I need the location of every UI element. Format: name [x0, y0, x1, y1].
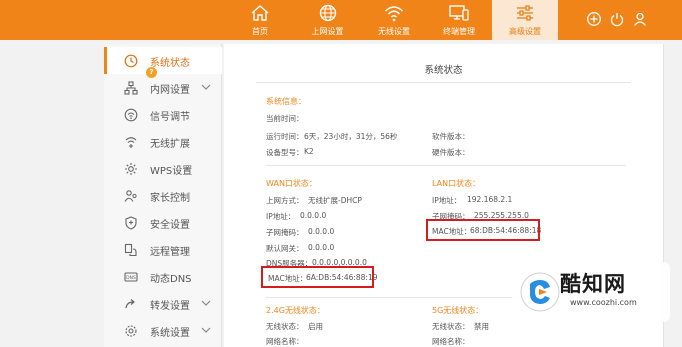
wifi5-status-value: 禁用 — [474, 322, 489, 331]
chevron-down-icon — [201, 300, 211, 306]
model-value: K2 — [304, 147, 314, 156]
parental-icon — [124, 190, 137, 202]
wifi24-status-heading: 2.4G无线状态： — [266, 306, 325, 315]
devices-icon — [449, 5, 469, 21]
lan-mac-highlight-box — [426, 219, 540, 241]
wps-gear-icon — [125, 163, 137, 175]
wan-status-heading: WAN口状态： — [266, 179, 317, 188]
current-time-label: 当前时间： — [266, 114, 304, 123]
nav-advanced-settings[interactable]: 高级设置 — [492, 0, 558, 40]
wifi5-status-label: 无线状态： — [432, 322, 470, 331]
chevron-down-icon — [201, 327, 211, 333]
nav-terminal-management[interactable]: 终端管理 — [430, 0, 488, 40]
remote-icon — [124, 243, 137, 257]
sidebar-item-remote-management[interactable]: 远程管理 — [104, 236, 222, 263]
wifi24-name-label: 网络名称： — [266, 337, 304, 346]
settings-icon — [125, 325, 137, 337]
top-nav-bar: 首页 上网设置 无线设置 终端管理 高级设置 — [0, 0, 682, 40]
uptime-label: 运行时间： — [266, 132, 304, 141]
network-icon — [124, 81, 138, 95]
forward-icon — [125, 299, 135, 309]
sidebar-item-lan-settings[interactable]: 内网设置 — [104, 74, 222, 101]
lan-ip-label: IP地址： — [432, 196, 462, 205]
sidebar-item-label: 家长控制 — [150, 193, 190, 204]
lan-ip-value: 192.168.2.1 — [467, 195, 513, 204]
software-version-label: 软件版本： — [432, 132, 470, 141]
wan-mac-highlight-box — [261, 266, 374, 288]
lan-status-heading: LAN口状态： — [432, 179, 481, 188]
hardware-version-label: 硬件版本： — [432, 148, 470, 157]
sidebar-item-label: 安全设置 — [150, 220, 190, 231]
wifi5-name-label: 网络名称： — [432, 337, 470, 346]
page-title: 系统状态 — [424, 65, 463, 76]
nav-home-label: 首页 — [252, 27, 268, 36]
model-label: 设备型号： — [266, 148, 304, 157]
sidebar-item-system-status[interactable]: 系统状态 — [104, 47, 222, 74]
shield-icon — [125, 216, 137, 230]
sliders-icon — [517, 5, 533, 21]
wan-gateway-label: 默认网关： — [266, 244, 304, 253]
wifi-icon — [384, 6, 404, 22]
wan-mask-label: 子网掩码： — [266, 228, 304, 237]
sidebar-item-system-settings[interactable]: 系统设置 — [104, 317, 222, 344]
sidebar-item-label: 转发设置 — [150, 301, 190, 312]
uptime-value: 6天，23小时，31分，56秒 — [304, 132, 398, 141]
sidebar-item-wps[interactable]: WPS设置 — [104, 155, 222, 182]
wan-ip-label: IP地址： — [266, 212, 296, 221]
nav-internet-label: 上网设置 — [311, 27, 344, 36]
wifi24-status-value: 启用 — [308, 322, 323, 331]
sidebar: 系统状态 内网设置 信号调节 无线扩展 WPS设置 家长控制 安全设置 远程管理… — [104, 44, 222, 347]
wan-mode-label: 上网方式： — [266, 196, 304, 205]
nav-wireless-label: 无线设置 — [378, 27, 410, 36]
sidebar-item-label: 无线扩展 — [150, 139, 190, 150]
globe-icon — [319, 4, 336, 22]
sidebar-item-label: WPS设置 — [150, 166, 193, 177]
watermark-url: www.coozhi.com — [570, 298, 637, 307]
dns-icon: DNS — [124, 272, 138, 282]
sidebar-item-label: 系统状态 — [150, 58, 190, 69]
extend-icon — [125, 137, 137, 148]
sidebar-item-security[interactable]: 安全设置 — [104, 209, 222, 236]
section-divider — [266, 165, 626, 166]
wan-mode-value: 无线扩展-DHCP — [308, 196, 362, 205]
wan-gateway-value: 0.0.0.0 — [308, 243, 335, 252]
sidebar-item-label: 内网设置 — [150, 85, 190, 96]
title-divider — [256, 82, 631, 83]
nav-terminal-label: 终端管理 — [443, 27, 475, 36]
sidebar-item-wireless-extend[interactable]: 无线扩展 — [104, 128, 222, 155]
chevron-down-icon — [201, 84, 211, 90]
power-icon[interactable] — [609, 11, 625, 27]
signal-icon — [124, 108, 138, 122]
clock-icon — [124, 54, 138, 68]
system-info-heading: 系统信息： — [266, 97, 306, 106]
watermark-text: 酷知网 — [560, 272, 626, 296]
help-icon[interactable]: ? — [146, 67, 157, 78]
nav-wireless-settings[interactable]: 无线设置 — [366, 0, 422, 40]
sidebar-item-label: 动态DNS — [150, 274, 192, 285]
wifi24-status-label: 无线状态： — [266, 322, 304, 331]
add-icon[interactable] — [586, 11, 602, 27]
sidebar-item-signal-adjust[interactable]: 信号调节 — [104, 101, 222, 128]
sidebar-item-label: 信号调节 — [150, 112, 190, 123]
sidebar-item-label: 远程管理 — [150, 247, 190, 258]
wan-ip-value: 0.0.0.0 — [300, 211, 327, 220]
svg-text:DNS: DNS — [126, 275, 136, 281]
home-icon — [251, 5, 269, 21]
sidebar-item-parental-control[interactable]: 家长控制 — [104, 182, 222, 209]
nav-home[interactable]: 首页 — [240, 0, 280, 40]
sidebar-item-ddns[interactable]: DNS 动态DNS — [104, 263, 222, 290]
sidebar-item-label: 系统设置 — [150, 328, 190, 339]
user-icon[interactable] — [632, 11, 648, 27]
nav-internet-settings[interactable]: 上网设置 — [300, 0, 355, 40]
wifi5-status-heading: 5G无线状态： — [432, 306, 484, 315]
wan-mask-value: 0.0.0.0 — [308, 227, 335, 236]
sidebar-item-forwarding[interactable]: 转发设置 — [104, 290, 222, 317]
nav-advanced-label: 高级设置 — [509, 27, 541, 36]
